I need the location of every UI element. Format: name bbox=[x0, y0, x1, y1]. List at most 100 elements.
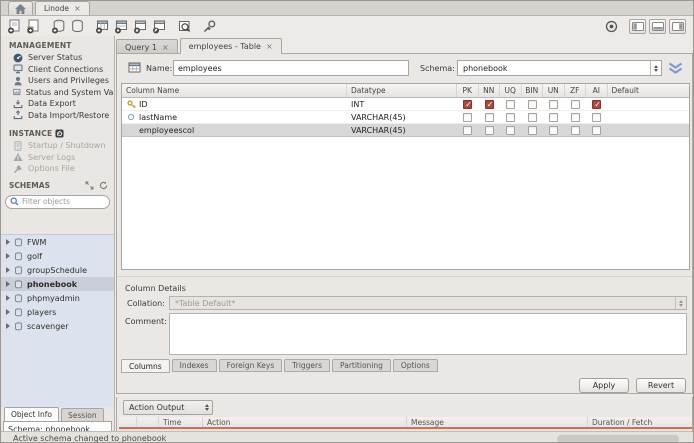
schema-item-scavenger[interactable]: scavenger bbox=[1, 319, 114, 333]
ai-checkbox[interactable] bbox=[592, 112, 602, 122]
close-icon[interactable]: × bbox=[162, 43, 169, 52]
un-checkbox[interactable] bbox=[549, 99, 559, 109]
bin-checkbox[interactable] bbox=[527, 125, 537, 135]
un-checkbox[interactable] bbox=[549, 112, 559, 122]
expander-icon[interactable] bbox=[6, 309, 10, 315]
sidebar-item-server-status[interactable]: Server Status bbox=[1, 52, 114, 64]
pk-checkbox[interactable] bbox=[463, 125, 473, 135]
tab-options[interactable]: Options bbox=[392, 359, 438, 372]
toggle-right-sidebar-icon[interactable] bbox=[669, 19, 686, 34]
expander-icon[interactable] bbox=[6, 239, 10, 245]
tab-object-info[interactable]: Object Info bbox=[4, 407, 60, 421]
toggle-bottom-panel-icon[interactable] bbox=[649, 19, 666, 34]
header-nn[interactable]: NN bbox=[479, 84, 500, 97]
tab-query-1[interactable]: Query 1 × bbox=[116, 39, 178, 54]
header-duration[interactable]: Duration / Fetch bbox=[588, 417, 692, 427]
schema-item-groupschedule[interactable]: groupSchedule bbox=[1, 263, 114, 277]
close-icon[interactable]: × bbox=[74, 4, 81, 13]
header-zf[interactable]: ZF bbox=[565, 84, 586, 97]
database-icon[interactable] bbox=[68, 18, 87, 35]
tab-columns[interactable]: Columns bbox=[121, 359, 170, 373]
tab-partitioning[interactable]: Partitioning bbox=[332, 359, 391, 372]
bin-checkbox[interactable] bbox=[527, 99, 537, 109]
create-procedure-icon[interactable] bbox=[131, 18, 150, 35]
sidebar-item-data-import[interactable]: Data Import/Restore bbox=[1, 110, 114, 122]
spinner-icon[interactable] bbox=[650, 61, 661, 75]
create-table-icon[interactable] bbox=[93, 18, 112, 35]
table-row-employeescol[interactable]: employeescol VARCHAR(45) bbox=[122, 124, 689, 137]
table-name-input[interactable] bbox=[173, 60, 409, 76]
tab-session[interactable]: Session bbox=[61, 408, 104, 421]
expander-icon[interactable] bbox=[6, 267, 10, 273]
header-message[interactable]: Message bbox=[407, 417, 588, 427]
uq-checkbox[interactable] bbox=[506, 125, 516, 135]
header-time[interactable]: Time bbox=[159, 417, 203, 427]
zf-checkbox[interactable] bbox=[570, 99, 580, 109]
create-function-icon[interactable] bbox=[150, 18, 169, 35]
refresh-icon[interactable] bbox=[99, 181, 108, 190]
home-tab[interactable] bbox=[8, 1, 33, 15]
header-datatype[interactable]: Datatype bbox=[347, 84, 457, 97]
sidebar-item-client-connections[interactable]: Client Connections bbox=[1, 64, 114, 76]
connection-tab[interactable]: Linode × bbox=[35, 1, 90, 15]
table-row-id[interactable]: ID INT bbox=[122, 98, 689, 111]
expand-icon[interactable] bbox=[85, 181, 94, 190]
tab-foreign-keys[interactable]: Foreign Keys bbox=[218, 359, 283, 372]
ai-checkbox[interactable] bbox=[592, 125, 602, 135]
expander-icon[interactable] bbox=[6, 295, 10, 301]
table-row-lastname[interactable]: lastName VARCHAR(45) bbox=[122, 111, 689, 124]
comment-textarea[interactable] bbox=[169, 313, 687, 355]
header-uq[interactable]: UQ bbox=[500, 84, 522, 97]
instance-actions-icon[interactable] bbox=[55, 129, 64, 138]
new-sql-tab-icon[interactable] bbox=[5, 18, 24, 35]
create-view-icon[interactable] bbox=[112, 18, 131, 35]
nn-checkbox[interactable] bbox=[484, 99, 494, 109]
pk-checkbox[interactable] bbox=[463, 112, 473, 122]
header-pk[interactable]: PK bbox=[457, 84, 479, 97]
zf-checkbox[interactable] bbox=[570, 125, 580, 135]
collapse-header-chevron-icon[interactable] bbox=[667, 62, 684, 74]
expander-icon[interactable] bbox=[6, 281, 10, 287]
expander-icon[interactable] bbox=[6, 323, 10, 329]
header-default[interactable]: Default bbox=[608, 84, 690, 97]
action-output-select[interactable]: Action Output bbox=[123, 400, 213, 415]
revert-button[interactable]: Revert bbox=[636, 378, 686, 393]
ai-checkbox[interactable] bbox=[592, 99, 602, 109]
uq-checkbox[interactable] bbox=[506, 99, 516, 109]
bin-checkbox[interactable] bbox=[527, 112, 537, 122]
toggle-left-sidebar-icon[interactable] bbox=[629, 19, 646, 34]
nn-checkbox[interactable] bbox=[484, 112, 494, 122]
apply-button[interactable]: Apply bbox=[579, 378, 629, 393]
schema-item-phonebook[interactable]: phonebook bbox=[1, 277, 114, 291]
header-column-name[interactable]: Column Name bbox=[122, 84, 347, 97]
close-icon[interactable]: × bbox=[266, 42, 273, 51]
header-action[interactable]: Action bbox=[203, 417, 407, 427]
header-ai[interactable]: AI bbox=[586, 84, 608, 97]
schema-item-phpmyadmin[interactable]: phpmyadmin bbox=[1, 291, 114, 305]
sidebar-item-users-privileges[interactable]: Users and Privileges bbox=[1, 75, 114, 87]
sidebar-item-system-variables[interactable]: Status and System Variables bbox=[1, 87, 114, 99]
schema-item-players[interactable]: players bbox=[1, 305, 114, 319]
spinner-icon[interactable] bbox=[201, 401, 212, 414]
header-bin[interactable]: BIN bbox=[522, 84, 543, 97]
sidebar-item-data-export[interactable]: Data Export bbox=[1, 98, 114, 110]
header-un[interactable]: UN bbox=[543, 84, 565, 97]
uq-checkbox[interactable] bbox=[506, 112, 516, 122]
schema-item-fwm[interactable]: FWM bbox=[1, 235, 114, 249]
un-checkbox[interactable] bbox=[549, 125, 559, 135]
zf-checkbox[interactable] bbox=[570, 112, 580, 122]
create-schema-icon[interactable] bbox=[49, 18, 68, 35]
tab-employees-table[interactable]: employees - Table × bbox=[179, 38, 282, 54]
tab-triggers[interactable]: Triggers bbox=[284, 359, 331, 372]
nn-checkbox[interactable] bbox=[484, 125, 494, 135]
expander-icon[interactable] bbox=[6, 253, 10, 259]
search-data-icon[interactable] bbox=[175, 18, 194, 35]
schema-item-golf[interactable]: golf bbox=[1, 249, 114, 263]
filter-objects-input[interactable] bbox=[22, 197, 102, 206]
reconnect-icon[interactable] bbox=[200, 18, 219, 35]
schema-select[interactable]: phonebook bbox=[457, 60, 662, 76]
tab-indexes[interactable]: Indexes bbox=[171, 359, 217, 372]
apply-revert-row: Apply Revert bbox=[579, 378, 686, 393]
open-sql-script-icon[interactable] bbox=[24, 18, 43, 35]
pk-checkbox[interactable] bbox=[463, 99, 473, 109]
